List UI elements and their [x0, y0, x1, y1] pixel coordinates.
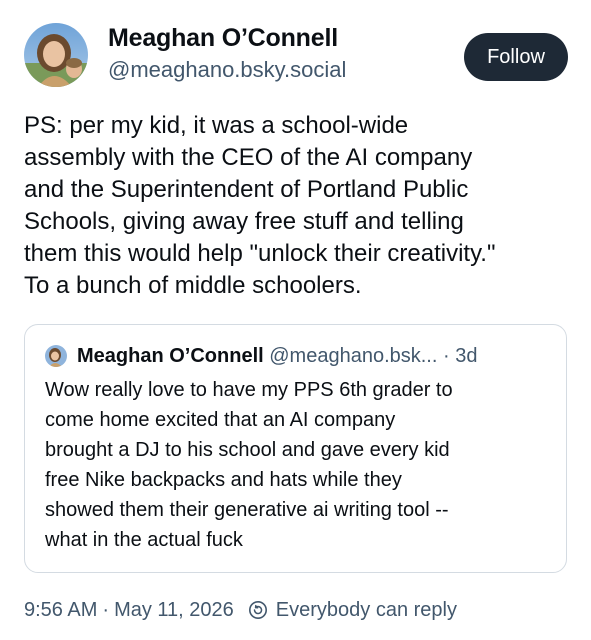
- post-text-line: them this would help "unlock their creat…: [24, 240, 496, 267]
- post-text-line: and the Superintendent of Portland Publi…: [24, 176, 469, 203]
- post-text-line: To a bunch of middle schoolers.: [24, 272, 362, 299]
- post-view: Meaghan O’Connell @meaghano.bsky.social …: [0, 0, 591, 640]
- post-meta: 9:56 AM · May 11, 2026 Everybody can rep…: [24, 596, 457, 624]
- author-name[interactable]: Meaghan O’Connell: [108, 24, 338, 53]
- post-time: 9:56 AM: [24, 598, 98, 621]
- quoted-post-header: Meaghan O’Connell @meaghano.bsk... · 3d: [77, 343, 477, 369]
- quoted-author-name[interactable]: Meaghan O’Connell: [77, 345, 264, 367]
- quoted-post-text: Wow really love to have my PPS 6th grade…: [45, 375, 555, 555]
- author-avatar[interactable]: [24, 23, 88, 87]
- post-text: PS: per my kid, it was a school-wide ass…: [24, 110, 576, 302]
- quoted-post-time[interactable]: 3d: [455, 345, 477, 367]
- reply-setting-label[interactable]: Everybody can reply: [276, 599, 457, 622]
- quoted-text-line: brought a DJ to his school and gave ever…: [45, 439, 450, 461]
- post-date: May 11, 2026: [114, 598, 234, 621]
- quoted-text-line: what in the actual fuck: [45, 529, 243, 551]
- quoted-post-card[interactable]: Meaghan O’Connell @meaghano.bsk... · 3d …: [24, 324, 567, 573]
- avatar-photo-icon: [24, 23, 88, 87]
- quoted-text-line: Wow really love to have my PPS 6th grade…: [45, 379, 453, 401]
- follow-button[interactable]: Follow: [464, 33, 568, 81]
- post-text-line: PS: per my kid, it was a school-wide: [24, 112, 409, 139]
- quoted-text-line: showed them their generative ai writing …: [45, 499, 449, 521]
- post-text-line: assembly with the CEO of the AI company: [24, 144, 473, 171]
- author-handle[interactable]: @meaghano.bsky.social: [108, 57, 346, 83]
- quoted-text-line: free Nike backpacks and hats while they: [45, 469, 402, 491]
- quoted-text-line: come home excited that an AI company: [45, 409, 396, 431]
- quoted-separator: ·: [443, 345, 450, 367]
- post-text-line: Schools, giving away free stuff and tell…: [24, 208, 464, 235]
- avatar-photo-icon: [45, 345, 67, 367]
- reply-settings-icon[interactable]: [248, 600, 268, 620]
- quoted-author-handle[interactable]: @meaghano.bsk...: [269, 345, 437, 367]
- meta-separator: ·: [102, 598, 110, 621]
- quoted-author-avatar[interactable]: [45, 345, 67, 367]
